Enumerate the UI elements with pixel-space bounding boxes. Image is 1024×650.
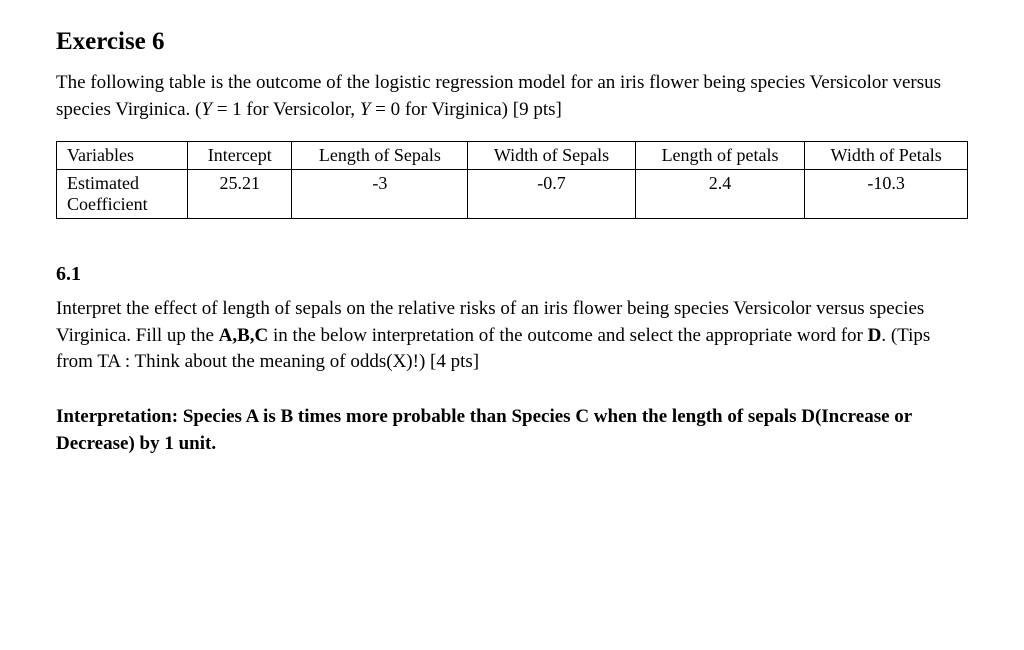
document-page: Exercise 6 The following table is the ou… <box>0 0 1024 497</box>
value-sepal-width: -0.7 <box>468 170 636 219</box>
value-intercept: 25.21 <box>188 170 292 219</box>
question-bold-abc: A,B,C <box>219 325 269 346</box>
row-label-estimated: Estimated Coefficient <box>57 170 188 219</box>
question-text-b: in the below interpretation of the outco… <box>268 325 867 346</box>
subsection-number: 6.1 <box>56 263 968 286</box>
interpretation-text: Interpretation: Species A is B times mor… <box>56 404 968 457</box>
intro-text-c: = 0 for Virginica) [9 pts] <box>370 99 561 120</box>
header-sepal-length: Length of Sepals <box>292 142 468 170</box>
coefficients-table: Variables Intercept Length of Sepals Wid… <box>56 141 968 219</box>
intro-paragraph: The following table is the outcome of th… <box>56 70 968 123</box>
question-paragraph: Interpret the effect of length of sepals… <box>56 296 968 376</box>
table-row: Variables Intercept Length of Sepals Wid… <box>57 142 968 170</box>
header-petal-length: Length of petals <box>635 142 805 170</box>
intro-var-y1: Y <box>201 99 212 120</box>
header-variables: Variables <box>57 142 188 170</box>
intro-var-y2: Y <box>360 99 371 120</box>
intro-text-b: = 1 for Versicolor, <box>212 99 360 120</box>
question-bold-d: D <box>868 325 882 346</box>
value-petal-width: -10.3 <box>805 170 968 219</box>
header-petal-width: Width of Petals <box>805 142 968 170</box>
row-label-line1: Estimated <box>67 173 139 193</box>
exercise-heading: Exercise 6 <box>56 28 968 56</box>
value-petal-length: 2.4 <box>635 170 805 219</box>
row-label-line2: Coefficient <box>67 194 148 214</box>
value-sepal-length: -3 <box>292 170 468 219</box>
header-sepal-width: Width of Sepals <box>468 142 636 170</box>
header-intercept: Intercept <box>188 142 292 170</box>
table-row: Estimated Coefficient 25.21 -3 -0.7 2.4 … <box>57 170 968 219</box>
